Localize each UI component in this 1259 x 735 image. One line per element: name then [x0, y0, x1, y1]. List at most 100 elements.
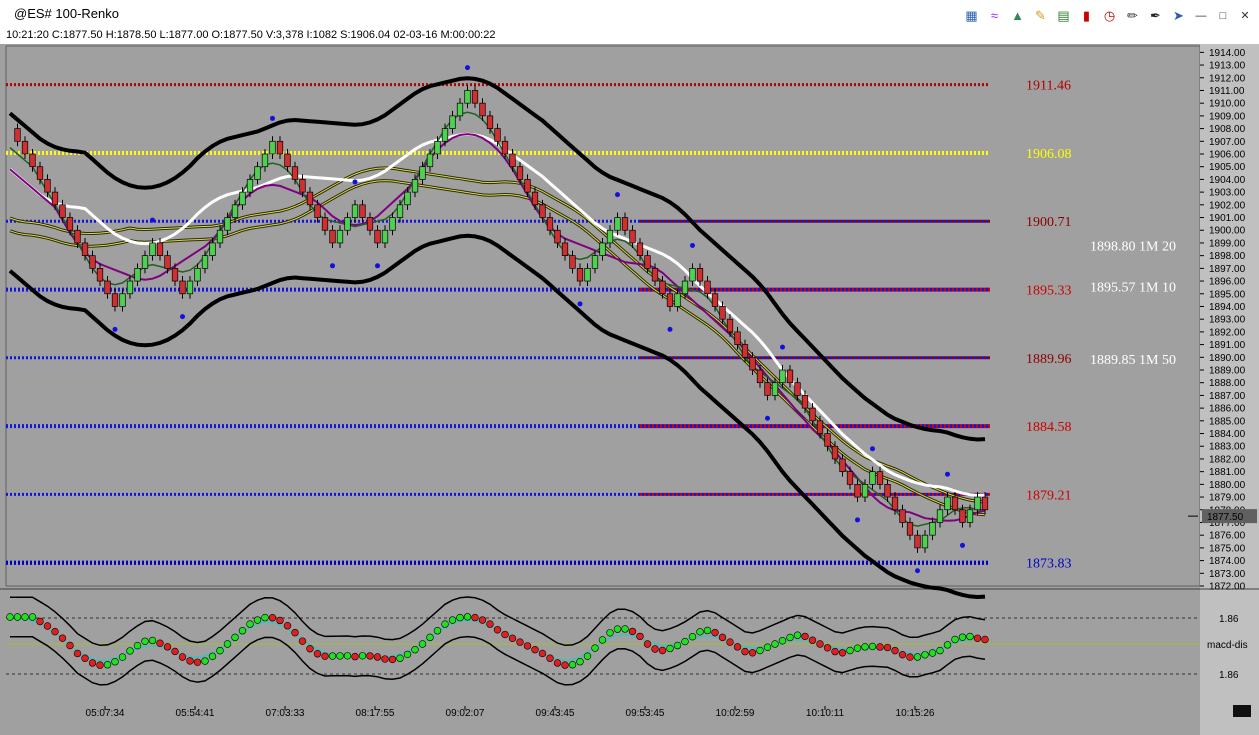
macd-dot-down — [88, 659, 97, 667]
pivot-low-dot — [375, 263, 380, 269]
up-brick — [434, 140, 441, 155]
macd-dot-down — [538, 649, 547, 658]
up-brick — [591, 255, 599, 269]
up-brick — [149, 242, 156, 256]
macd-dot-up — [238, 627, 247, 635]
macd-dot-down — [906, 653, 914, 661]
waves-icon[interactable]: ≈ — [986, 7, 1003, 24]
minimize-button[interactable]: — — [1193, 9, 1209, 23]
price-tick-label: 1887.00 — [1209, 391, 1246, 402]
edit-icon[interactable]: ✏ — [1124, 7, 1141, 24]
pencil-icon[interactable]: ✎ — [1032, 7, 1049, 24]
macd-dot-up — [763, 643, 772, 651]
up-brick — [351, 204, 359, 218]
macd-dot-up — [613, 625, 622, 633]
macd-dot-up — [568, 661, 577, 669]
cubes-icon[interactable]: ▦ — [963, 7, 980, 24]
up-brick — [239, 191, 246, 206]
pivot-high-dot — [690, 242, 695, 248]
macd-dot-up — [261, 613, 269, 622]
macd-dot-up — [6, 613, 14, 621]
price-tick-label: 1895.00 — [1209, 289, 1246, 300]
up-brick — [216, 229, 224, 244]
pivot-low-dot — [330, 263, 335, 269]
restore-button[interactable]: □ — [1215, 9, 1231, 23]
macd-dot-up — [951, 635, 959, 644]
macd-dot-down — [171, 647, 179, 656]
clock-icon[interactable]: ◷ — [1101, 7, 1118, 24]
macd-dot-up — [688, 632, 697, 641]
macd-dot-up — [868, 642, 877, 651]
up-brick — [194, 268, 201, 282]
time-tick-label: 08:17:55 — [356, 708, 395, 719]
macd-dot-up — [403, 650, 412, 659]
window-titlebar: @ES# 100-Renko ▦ ≈ ▲ ✎ ▤ ▮ ◷ ✏ ✒ ➤ — □ ✕ — [0, 0, 1259, 29]
up-brick — [269, 140, 276, 155]
macd-dot-down — [186, 657, 194, 665]
level-label: 1906.08 — [1026, 147, 1072, 162]
down-brick — [156, 242, 164, 256]
up-brick — [456, 102, 464, 117]
macd-dot-up — [666, 644, 674, 653]
macd-dot-down — [658, 646, 667, 655]
down-brick — [21, 140, 29, 155]
down-brick — [299, 179, 306, 193]
macd-dot-up — [456, 613, 464, 622]
candle-icon[interactable]: ▮ — [1078, 7, 1095, 24]
pen-icon[interactable]: ✒ — [1147, 7, 1164, 24]
price-tick-label: 1893.00 — [1209, 315, 1246, 326]
chart-svg[interactable]: 1911.46 1906.08 1900.71 1895.33 1889.96 1884.… — [0, 44, 1259, 735]
down-brick — [824, 433, 831, 447]
pin-icon[interactable]: ➤ — [1170, 7, 1187, 24]
up-brick — [344, 217, 351, 231]
down-brick — [59, 204, 66, 218]
macd-dot-up — [621, 625, 629, 633]
down-brick — [531, 191, 539, 206]
tree-icon[interactable]: ▲ — [1009, 7, 1026, 24]
up-brick — [389, 217, 396, 231]
annotation-label: 1889.85 1M 50 — [1090, 353, 1176, 368]
close-button[interactable]: ✕ — [1237, 9, 1253, 23]
pivot-low-dot — [915, 568, 920, 574]
down-brick — [284, 153, 291, 168]
macd-dot-up — [103, 661, 112, 669]
up-brick — [336, 229, 344, 244]
down-brick — [546, 217, 554, 231]
window-controls: — □ ✕ — [1193, 9, 1253, 23]
zoom-button — [1233, 705, 1251, 717]
down-brick — [29, 153, 36, 168]
macd-dot-down — [58, 634, 67, 642]
down-brick — [621, 217, 629, 231]
down-brick — [179, 280, 186, 295]
down-brick — [749, 356, 756, 371]
price-tick-label: 1875.00 — [1209, 543, 1246, 554]
macd-dot-down — [801, 632, 809, 641]
macd-dot-up — [126, 647, 134, 655]
up-brick — [419, 166, 426, 180]
price-tick-label: 1909.00 — [1209, 111, 1246, 122]
down-brick — [651, 268, 659, 282]
up-brick — [974, 496, 981, 511]
macd-dot-down — [388, 655, 397, 664]
down-brick — [374, 229, 381, 244]
down-brick — [501, 140, 509, 155]
price-tick-label: 1879.00 — [1209, 493, 1246, 504]
macd-dot-down — [193, 658, 202, 666]
macd-dot-down — [831, 647, 839, 656]
down-brick — [539, 204, 546, 218]
bar-chart-icon[interactable]: ▤ — [1055, 7, 1072, 24]
down-brick — [516, 166, 524, 180]
pivot-high-dot — [870, 446, 875, 452]
time-tick-label: 05:07:34 — [86, 708, 125, 719]
price-tick-label: 1908.00 — [1209, 124, 1246, 135]
down-brick — [899, 509, 906, 523]
macd-dot-up — [681, 637, 689, 646]
down-brick — [291, 166, 299, 180]
up-brick — [261, 153, 269, 168]
down-brick — [704, 280, 711, 295]
up-brick — [606, 229, 614, 244]
macd-dot-down — [718, 633, 727, 642]
down-brick — [786, 369, 794, 384]
chart-title: @ES# 100-Renko — [14, 6, 119, 21]
macd-dot-down — [816, 640, 824, 648]
